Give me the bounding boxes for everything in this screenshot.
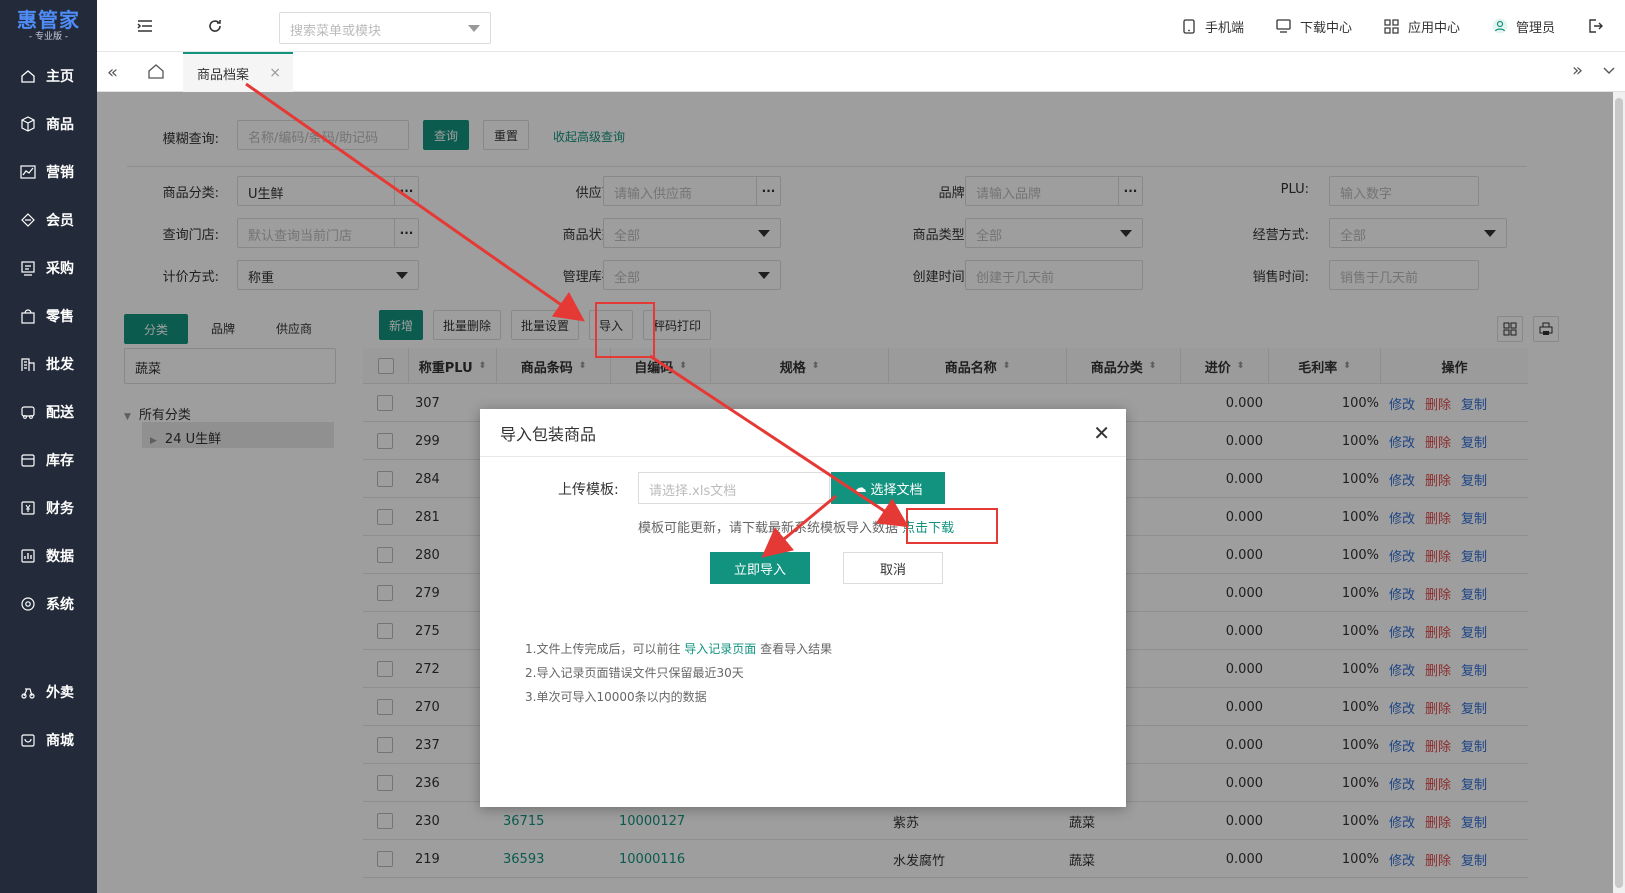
delivery-icon	[20, 684, 36, 700]
tab-label: 商品档案	[197, 67, 250, 83]
user-icon	[1492, 18, 1508, 34]
collapse-menu-icon[interactable]	[135, 16, 155, 36]
shop-icon	[20, 732, 36, 748]
upload-label: 上传模板:	[558, 482, 619, 498]
admin-label: 管理员	[1515, 20, 1555, 36]
sidebar-item-label: 外卖	[46, 685, 74, 701]
brand-name: 惠管家	[17, 8, 80, 32]
purchase-icon	[20, 260, 36, 276]
sidebar-item-1[interactable]: 商品	[0, 100, 97, 148]
data-icon	[20, 548, 36, 564]
sidebar-item-10[interactable]: 数据	[0, 532, 97, 580]
settings-icon	[20, 596, 36, 612]
import-notes: 1.文件上传完成后，可以前往 导入记录页面 查看导入结果 2.导入记录页面错误文…	[525, 637, 832, 709]
sidebar-item-label: 商城	[46, 733, 74, 749]
annotation-box-import	[595, 302, 655, 358]
topbar: 搜索菜单或模块 手机端 下载中心 应用中心 管理员	[97, 0, 1625, 52]
home-tab-icon[interactable]	[147, 62, 165, 84]
sidebar-item-label: 配送	[46, 405, 74, 421]
sidebar-item-7[interactable]: 配送	[0, 388, 97, 436]
logo: 惠管家 - 专业版 -	[0, 0, 97, 52]
sidebar-item-label: 系统	[46, 597, 74, 613]
tab-close-icon[interactable]: ×	[269, 65, 281, 81]
sidebar-item-label: 主页	[46, 69, 74, 85]
chart-icon	[20, 164, 36, 180]
upload-file-input[interactable]: 请选择.xls文档	[638, 472, 830, 504]
mobile-label: 手机端	[1204, 20, 1244, 36]
sidebar-item-12[interactable]: 外卖	[0, 668, 97, 716]
sidebar-item-4[interactable]: 采购	[0, 244, 97, 292]
phone-icon	[1181, 18, 1197, 34]
tabs-scroll-left-icon[interactable]: «	[107, 62, 118, 83]
sidebar-item-label: 采购	[46, 261, 74, 277]
dialog-header: 导入包装商品 ✕	[480, 409, 1126, 457]
inventory-icon	[20, 452, 36, 468]
scrollbar-thumb[interactable]	[1615, 98, 1623, 888]
sidebar-item-13[interactable]: 商城	[0, 716, 97, 764]
choose-file-label: 选择文档	[870, 482, 923, 498]
search-placeholder: 搜索菜单或模块	[290, 24, 382, 39]
import-records-link[interactable]: 导入记录页面	[684, 642, 756, 656]
sidebar-item-label: 营销	[46, 165, 74, 181]
download-center-link[interactable]: 下载中心	[1276, 17, 1352, 36]
box-icon	[20, 116, 36, 132]
edition-label: - 专业版 -	[28, 32, 69, 42]
page-scrollbar[interactable]	[1613, 92, 1625, 893]
app-center-label: 应用中心	[1407, 20, 1460, 36]
note-1: 1.文件上传完成后，可以前往 导入记录页面 查看导入结果	[525, 637, 832, 661]
sidebar-item-9[interactable]: 财务	[0, 484, 97, 532]
home-icon	[20, 68, 36, 84]
import-dialog: 导入包装商品 ✕ 上传模板: 请选择.xls文档 ☁ 选择文档 模板可能更新，请…	[480, 409, 1126, 807]
tabs-dropdown-icon[interactable]	[1603, 64, 1615, 79]
sidebar-item-label: 财务	[46, 501, 74, 517]
note-1-post: 查看导入结果	[760, 642, 833, 656]
admin-menu[interactable]: 管理员	[1492, 17, 1555, 36]
tabs-scroll-right-icon[interactable]: »	[1572, 60, 1583, 81]
logout-icon	[1587, 18, 1603, 34]
sidebar: 惠管家 - 专业版 - 主页商品营销会员采购零售批发配送库存财务数据系统外卖商城	[0, 0, 97, 893]
note-3: 3.单次可导入10000条以内的数据	[525, 690, 707, 704]
import-now-button[interactable]: 立即导入	[710, 552, 810, 584]
finance-icon	[20, 500, 36, 516]
sidebar-item-0[interactable]: 主页	[0, 52, 97, 100]
bag-icon	[20, 308, 36, 324]
logout-button[interactable]	[1587, 18, 1611, 34]
close-icon[interactable]: ✕	[1093, 421, 1110, 445]
tab-product-archive[interactable]: 商品档案 ×	[183, 52, 293, 92]
sidebar-item-label: 数据	[46, 549, 74, 565]
building-icon	[20, 356, 36, 372]
monitor-icon	[1276, 18, 1292, 34]
sidebar-item-11[interactable]: 系统	[0, 580, 97, 628]
refresh-icon[interactable]	[205, 16, 225, 36]
truck-icon	[20, 404, 36, 420]
sidebar-item-5[interactable]: 零售	[0, 292, 97, 340]
sidebar-item-label: 商品	[46, 117, 74, 133]
sidebar-item-label: 零售	[46, 309, 74, 325]
menu-search-input[interactable]: 搜索菜单或模块	[279, 12, 491, 44]
sidebar-item-8[interactable]: 库存	[0, 436, 97, 484]
sidebar-item-6[interactable]: 批发	[0, 340, 97, 388]
cancel-button[interactable]: 取消	[843, 552, 943, 584]
sidebar-item-2[interactable]: 营销	[0, 148, 97, 196]
chevron-down-icon	[468, 25, 480, 32]
diamond-icon	[20, 212, 36, 228]
annotation-box-download	[906, 508, 998, 544]
tip-text: 模板可能更新，请下载最新系统模板导入数据	[638, 521, 899, 536]
tabs-bar: « 商品档案 × »	[97, 52, 1625, 92]
upload-icon: ☁	[853, 480, 867, 496]
app-center-link[interactable]: 应用中心	[1384, 17, 1460, 36]
sidebar-item-label: 批发	[46, 357, 74, 373]
sidebar-item-3[interactable]: 会员	[0, 196, 97, 244]
grid-icon	[1384, 18, 1400, 34]
sidebar-item-label: 库存	[46, 453, 74, 469]
sidebar-item-label: 会员	[46, 213, 74, 229]
download-center-label: 下载中心	[1299, 20, 1352, 36]
choose-file-button[interactable]: ☁ 选择文档	[831, 472, 945, 504]
mobile-link[interactable]: 手机端	[1181, 17, 1244, 36]
note-1-pre: 1.文件上传完成后，可以前往	[525, 642, 681, 656]
dialog-title: 导入包装商品	[500, 424, 597, 444]
note-2: 2.导入记录页面错误文件只保留最近30天	[525, 666, 744, 680]
